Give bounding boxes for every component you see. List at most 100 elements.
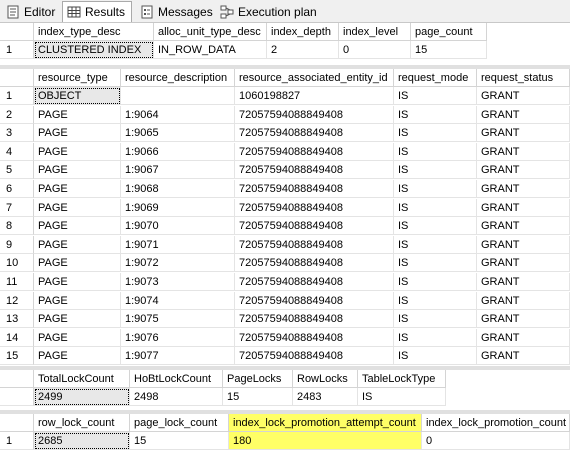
grid-cell[interactable]: GRANT (477, 254, 570, 273)
tab-execution-plan[interactable]: Execution plan (216, 2, 323, 21)
grid-cell[interactable]: 72057594088849408 (235, 310, 394, 329)
grid-cell-selected[interactable]: 2685 (34, 432, 130, 450)
grid-cell[interactable]: 72057594088849408 (235, 347, 394, 366)
grid-cell[interactable]: 72057594088849408 (235, 198, 394, 217)
column-header[interactable]: index_depth (267, 23, 339, 41)
grid-cell[interactable]: IS (358, 388, 446, 406)
grid-cell[interactable]: 72057594088849408 (235, 105, 394, 124)
grid-cell[interactable]: 72057594088849408 (235, 273, 394, 291)
grid-cell[interactable]: IS (394, 198, 477, 217)
column-header[interactable]: alloc_unit_type_desc (154, 23, 267, 41)
grid-cell[interactable]: IN_ROW_DATA (154, 41, 267, 59)
row-number[interactable]: 11 (0, 273, 34, 291)
column-header[interactable]: HoBtLockCount (130, 370, 223, 388)
column-header[interactable]: TotalLockCount (34, 370, 130, 388)
grid-cell-highlighted[interactable]: 180 (229, 432, 422, 450)
grid-cell[interactable]: IS (394, 87, 477, 105)
row-number[interactable]: 7 (0, 198, 34, 217)
column-header[interactable]: row_lock_count (34, 414, 130, 432)
grid-cell[interactable]: 2498 (130, 388, 223, 406)
grid-cell[interactable]: IS (394, 254, 477, 273)
tab-messages[interactable]: Messages (136, 2, 219, 21)
grid-cell[interactable]: 72057594088849408 (235, 291, 394, 310)
grid-cell[interactable]: 72057594088849408 (235, 217, 394, 236)
grid-cell[interactable]: PAGE (34, 124, 121, 143)
column-header[interactable]: request_status (477, 69, 570, 87)
grid-cell[interactable]: 15 (223, 388, 293, 406)
row-number[interactable]: 5 (0, 161, 34, 180)
grid-cell[interactable]: 1:9071 (121, 235, 235, 254)
grid-cell[interactable]: IS (394, 124, 477, 143)
tab-editor[interactable]: Editor (2, 2, 61, 21)
grid-cell[interactable]: 15 (130, 432, 229, 450)
grid-cell[interactable]: GRANT (477, 124, 570, 143)
grid-cell[interactable]: 0 (339, 41, 411, 59)
grid-cell[interactable]: PAGE (34, 198, 121, 217)
grid-cell[interactable]: GRANT (477, 217, 570, 236)
column-header[interactable]: request_mode (394, 69, 477, 87)
row-number[interactable]: 3 (0, 124, 34, 143)
grid-cell[interactable]: PAGE (34, 217, 121, 236)
grid-cell[interactable]: 1:9066 (121, 142, 235, 161)
row-number[interactable]: 14 (0, 328, 34, 347)
grid-cell[interactable]: PAGE (34, 161, 121, 180)
grid-cell[interactable]: GRANT (477, 273, 570, 291)
column-header[interactable]: index_lock_promotion_count (422, 414, 570, 432)
row-number[interactable]: 6 (0, 180, 34, 198)
grid-cell[interactable]: PAGE (34, 273, 121, 291)
grid-cell-selected[interactable]: 2499 (34, 388, 130, 406)
grid-cell[interactable]: IS (394, 217, 477, 236)
row-number[interactable]: 12 (0, 291, 34, 310)
grid-cell-selected[interactable]: CLUSTERED INDEX (34, 41, 154, 59)
grid-cell[interactable]: PAGE (34, 328, 121, 347)
grid-cell[interactable]: IS (394, 328, 477, 347)
grid-cell[interactable]: IS (394, 161, 477, 180)
grid-cell[interactable]: 1:9065 (121, 124, 235, 143)
column-header[interactable]: index_type_desc (34, 23, 154, 41)
grid-cell[interactable]: PAGE (34, 105, 121, 124)
grid-cell[interactable]: 1:9073 (121, 273, 235, 291)
grid-cell[interactable]: PAGE (34, 142, 121, 161)
grid-cell[interactable]: 1:9076 (121, 328, 235, 347)
grid-cell[interactable]: 1:9074 (121, 291, 235, 310)
grid-cell[interactable]: PAGE (34, 291, 121, 310)
grid-cell[interactable]: PAGE (34, 235, 121, 254)
grid-cell[interactable]: IS (394, 273, 477, 291)
column-header[interactable]: page_lock_count (130, 414, 229, 432)
grid-cell[interactable]: 1:9067 (121, 161, 235, 180)
grid-cell[interactable] (121, 87, 235, 105)
column-header[interactable]: TableLockType (358, 370, 446, 388)
column-header[interactable]: resource_description (121, 69, 235, 87)
column-header[interactable]: RowLocks (293, 370, 358, 388)
row-number[interactable]: 13 (0, 310, 34, 329)
column-header[interactable]: resource_associated_entity_id (235, 69, 394, 87)
row-number[interactable]: 9 (0, 235, 34, 254)
column-header-highlighted[interactable]: index_lock_promotion_attempt_count (229, 414, 422, 432)
grid-cell[interactable]: 2 (267, 41, 339, 59)
column-header[interactable]: resource_type (34, 69, 121, 87)
grid-cell[interactable]: 1:9064 (121, 105, 235, 124)
row-number[interactable]: 2 (0, 105, 34, 124)
grid-cell[interactable]: GRANT (477, 291, 570, 310)
grid-cell[interactable]: GRANT (477, 310, 570, 329)
grid-cell[interactable]: 1060198827 (235, 87, 394, 105)
grid-cell[interactable]: GRANT (477, 161, 570, 180)
grid-cell[interactable]: PAGE (34, 310, 121, 329)
grid-cell[interactable]: 72057594088849408 (235, 235, 394, 254)
grid-cell[interactable]: PAGE (34, 254, 121, 273)
grid-cell-selected[interactable]: OBJECT (34, 87, 121, 105)
grid-cell[interactable]: GRANT (477, 347, 570, 366)
grid-cell[interactable]: GRANT (477, 105, 570, 124)
column-header[interactable]: page_count (411, 23, 487, 41)
row-number[interactable]: 1 (0, 87, 34, 105)
row-number[interactable]: 1 (0, 432, 34, 450)
grid-cell[interactable]: IS (394, 180, 477, 198)
grid-cell[interactable]: IS (394, 142, 477, 161)
grid-cell[interactable]: IS (394, 291, 477, 310)
grid-cell[interactable]: IS (394, 310, 477, 329)
tab-results[interactable]: Results (62, 1, 133, 22)
grid-cell[interactable]: 0 (422, 432, 570, 450)
grid-cell[interactable]: 1:9077 (121, 347, 235, 366)
row-number[interactable]: 15 (0, 347, 34, 366)
grid-cell[interactable]: GRANT (477, 328, 570, 347)
